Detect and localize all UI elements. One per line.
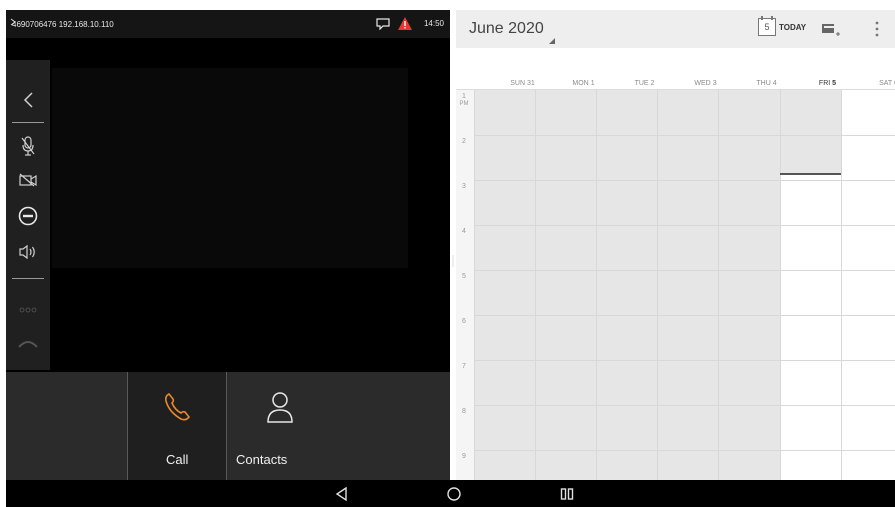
call-label: Call bbox=[166, 452, 189, 467]
do-not-disturb-button[interactable] bbox=[6, 198, 50, 234]
recents-icon[interactable] bbox=[559, 486, 575, 502]
hour-label: 1 bbox=[462, 93, 466, 100]
mic-muted-icon bbox=[21, 136, 35, 156]
camera-off-icon bbox=[19, 173, 37, 187]
day-column-thu[interactable] bbox=[718, 90, 780, 480]
call-controls bbox=[6, 60, 50, 370]
split-divider-handle[interactable] bbox=[452, 255, 454, 267]
hour-line bbox=[474, 360, 895, 361]
day-label-sat: SAT 6 bbox=[879, 80, 895, 87]
hour-line bbox=[474, 315, 895, 316]
day-label-fri: FRI 5 bbox=[818, 80, 837, 87]
today-button[interactable]: TODAY bbox=[779, 23, 806, 32]
phone-app: 4690706476 192.168.10.110 14:50 Call Con… bbox=[6, 10, 450, 480]
hour-label: 5 bbox=[462, 273, 466, 280]
day-column-fri[interactable] bbox=[780, 90, 841, 480]
do-not-disturb-icon bbox=[18, 206, 38, 226]
contacts-label: Contacts bbox=[236, 452, 288, 467]
day-header: SUN 31 MON 1 TUE 2 WED 3 THU 4 FRI 5 SAT… bbox=[456, 78, 895, 90]
tab-call[interactable]: Call bbox=[127, 372, 227, 480]
hour-line bbox=[474, 270, 895, 271]
month-dropdown-icon[interactable] bbox=[549, 38, 555, 44]
more-icon bbox=[19, 307, 37, 313]
hour-label: 6 bbox=[462, 318, 466, 325]
mute-button[interactable] bbox=[6, 128, 50, 164]
controls-separator bbox=[12, 122, 44, 123]
hour-line bbox=[474, 180, 895, 181]
day-column-mon[interactable] bbox=[535, 90, 596, 480]
month-title[interactable]: June 2020 bbox=[469, 20, 544, 38]
day-label-thu: THU 4 bbox=[756, 80, 777, 87]
day-label-tue: TUE 2 bbox=[634, 80, 655, 87]
day-column-sat[interactable] bbox=[841, 90, 895, 480]
pm-label: PM bbox=[459, 101, 469, 107]
hour-label: 3 bbox=[462, 183, 466, 190]
hangup-button[interactable] bbox=[6, 326, 50, 362]
all-day-row[interactable] bbox=[456, 48, 895, 78]
device-identity: 4690706476 192.168.10.110 bbox=[12, 20, 114, 29]
more-button[interactable] bbox=[6, 292, 50, 328]
back-icon bbox=[23, 92, 33, 108]
current-time-indicator bbox=[780, 173, 841, 175]
phone-handset-icon bbox=[165, 392, 191, 421]
overflow-menu-icon[interactable] bbox=[874, 20, 880, 38]
controls-separator bbox=[12, 278, 44, 279]
add-event-icon[interactable] bbox=[821, 21, 841, 39]
speaker-button[interactable] bbox=[6, 234, 50, 270]
tab-contacts[interactable]: Contacts bbox=[228, 372, 450, 480]
bottom-tabs: Call Contacts bbox=[6, 372, 450, 480]
hour-label: 2 bbox=[462, 138, 466, 145]
call-area bbox=[6, 38, 450, 372]
calendar-toolbar: June 2020 5 TODAY bbox=[456, 10, 895, 48]
day-column-wed[interactable] bbox=[657, 90, 718, 480]
day-label-sun: SUN 31 bbox=[510, 80, 535, 87]
tab-empty bbox=[6, 372, 126, 480]
video-region bbox=[52, 68, 408, 268]
hour-label: 9 bbox=[462, 453, 466, 460]
speaker-icon bbox=[19, 244, 35, 260]
person-icon bbox=[267, 392, 293, 423]
week-grid[interactable]: 1 PM 2 3 4 5 6 7 8 9 bbox=[456, 90, 895, 480]
day-column-sun[interactable] bbox=[474, 90, 535, 480]
hour-line bbox=[474, 450, 895, 451]
hour-label: 7 bbox=[462, 363, 466, 370]
camera-button[interactable] bbox=[6, 162, 50, 198]
hour-label: 8 bbox=[462, 408, 466, 415]
day-label-wed: WED 3 bbox=[694, 80, 717, 87]
chat-bubble-icon[interactable] bbox=[376, 17, 390, 30]
status-time: 14:50 bbox=[423, 19, 444, 28]
hour-line bbox=[474, 405, 895, 406]
hangup-icon bbox=[18, 341, 38, 348]
status-bar: 4690706476 192.168.10.110 14:50 bbox=[6, 10, 450, 38]
day-column-tue[interactable] bbox=[596, 90, 657, 480]
back-button[interactable] bbox=[6, 82, 50, 118]
home-circle-icon[interactable] bbox=[446, 486, 462, 502]
hour-line bbox=[474, 135, 895, 136]
hour-gutter: 1 PM 2 3 4 5 6 7 8 9 bbox=[456, 90, 474, 480]
today-calendar-icon[interactable]: 5 bbox=[758, 16, 776, 36]
hour-label: 4 bbox=[462, 228, 466, 235]
back-triangle-icon[interactable] bbox=[334, 486, 350, 502]
warning-icon[interactable] bbox=[397, 17, 412, 30]
navigation-bar bbox=[6, 480, 895, 507]
calendar-app: June 2020 5 TODAY SUN 31 MON 1 TUE 2 WED… bbox=[456, 10, 895, 480]
day-label-mon: MON 1 bbox=[572, 80, 595, 87]
hour-line bbox=[474, 225, 895, 226]
